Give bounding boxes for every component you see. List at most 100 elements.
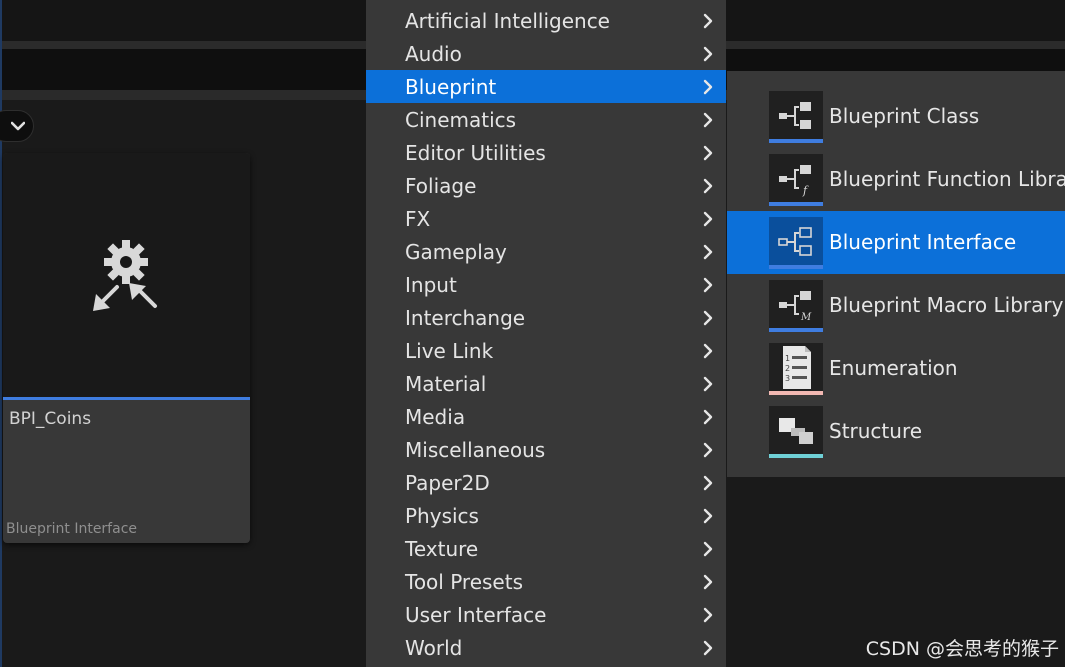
menu-item-label: Paper2D	[405, 470, 490, 495]
chevron-down-icon	[11, 121, 25, 131]
menu-item-cinematics[interactable]: Cinematics	[366, 103, 726, 136]
svg-text:M: M	[800, 312, 812, 323]
menu-item-label: Cinematics	[405, 107, 517, 132]
blueprint-interface-icon	[769, 217, 823, 265]
blueprint-function-library-icon: f	[769, 154, 823, 202]
submenu-item-blueprint-class[interactable]: Blueprint Class	[727, 85, 1065, 148]
chevron-right-icon	[703, 310, 713, 326]
menu-item-foliage[interactable]: Foliage	[366, 169, 726, 202]
chevron-right-icon	[703, 145, 713, 161]
menu-item-label: Tool Presets	[405, 569, 523, 594]
menu-item-miscellaneous[interactable]: Miscellaneous	[366, 433, 726, 466]
svg-text:3: 3	[785, 374, 790, 383]
menu-item-live-link[interactable]: Live Link	[366, 334, 726, 367]
menu-item-label: Gameplay	[405, 239, 507, 264]
menu-item-texture[interactable]: Texture	[366, 532, 726, 565]
chevron-right-icon	[703, 607, 713, 623]
asset-color-bar	[769, 391, 823, 395]
asset-color-bar	[769, 202, 823, 206]
asset-color-bar	[769, 265, 823, 269]
chevron-right-icon	[703, 46, 713, 62]
chevron-right-icon	[703, 508, 713, 524]
menu-item-material[interactable]: Material	[366, 367, 726, 400]
panel-edge	[0, 0, 2, 667]
menu-item-label: Editor Utilities	[405, 140, 546, 165]
submenu-item-label: Structure	[829, 419, 923, 443]
chevron-right-icon	[703, 13, 713, 29]
menu-item-label: User Interface	[405, 602, 547, 627]
asset-name: BPI_Coins	[9, 409, 92, 429]
submenu-item-label: Blueprint Interface	[829, 230, 1017, 254]
chevron-right-icon	[703, 475, 713, 491]
menu-item-gameplay[interactable]: Gameplay	[366, 235, 726, 268]
menu-item-label: Texture	[405, 536, 479, 561]
menu-item-label: World	[405, 635, 463, 660]
chevron-right-icon	[703, 343, 713, 359]
menu-item-label: Foliage	[405, 173, 477, 198]
collapse-button[interactable]	[0, 110, 34, 142]
blueprint-class-icon	[769, 91, 823, 139]
chevron-right-icon	[703, 376, 713, 392]
submenu-item-enumeration[interactable]: 1 2 3 Enumeration	[727, 337, 1065, 400]
structure-icon	[769, 406, 823, 454]
menu-item-label: Material	[405, 371, 487, 396]
asset-tile[interactable]: BPI_Coins Blueprint Interface	[3, 153, 250, 543]
menu-item-label: Audio	[405, 41, 462, 66]
menu-item-input[interactable]: Input	[366, 268, 726, 301]
submenu-item-label: Blueprint Class	[829, 104, 980, 128]
menu-item-editor-utilities[interactable]: Editor Utilities	[366, 136, 726, 169]
chevron-right-icon	[703, 574, 713, 590]
context-menu: Artificial Intelligence Audio Blueprint Cin…	[366, 0, 726, 667]
menu-item-fx[interactable]: FX	[366, 202, 726, 235]
menu-item-label: Input	[405, 272, 457, 297]
submenu-item-label: Blueprint Macro Library	[829, 293, 1064, 317]
menu-item-paper2d[interactable]: Paper2D	[366, 466, 726, 499]
chevron-right-icon	[703, 409, 713, 425]
enumeration-icon: 123	[769, 343, 823, 391]
submenu-item-structure[interactable]: Structure	[727, 400, 1065, 463]
menu-item-label: Interchange	[405, 305, 526, 330]
asset-color-bar	[769, 454, 823, 458]
asset-thumbnail	[3, 153, 250, 397]
menu-item-tool-presets[interactable]: Tool Presets	[366, 565, 726, 598]
chevron-right-icon	[703, 178, 713, 194]
submenu-item-blueprint-macro-library[interactable]: M Blueprint Macro Library	[727, 274, 1065, 337]
chevron-right-icon	[703, 79, 713, 95]
asset-type-label: Blueprint Interface	[6, 521, 138, 537]
svg-text:f: f	[802, 184, 809, 197]
asset-color-bar	[769, 139, 823, 143]
chevron-right-icon	[703, 211, 713, 227]
menu-item-world[interactable]: World	[366, 631, 726, 664]
menu-item-blueprint[interactable]: Blueprint	[366, 70, 726, 103]
menu-item-label: Miscellaneous	[405, 437, 546, 462]
menu-item-label: Blueprint	[405, 74, 497, 99]
blueprint-interface-gear-arrows-icon	[93, 240, 157, 311]
menu-item-user-interface[interactable]: User Interface	[366, 598, 726, 631]
menu-item-audio[interactable]: Audio	[366, 37, 726, 70]
svg-text:2: 2	[785, 364, 790, 373]
submenu-item-label: Enumeration	[829, 356, 958, 380]
chevron-right-icon	[703, 541, 713, 557]
asset-type-color-bar	[3, 397, 250, 400]
watermark: CSDN @会思考的猴子	[865, 638, 1059, 660]
chevron-right-icon	[703, 442, 713, 458]
menu-item-artificial-intelligence[interactable]: Artificial Intelligence	[366, 4, 726, 37]
asset-color-bar	[769, 328, 823, 332]
menu-item-media[interactable]: Media	[366, 400, 726, 433]
menu-item-label: Artificial Intelligence	[405, 8, 610, 33]
menu-item-label: Physics	[405, 503, 479, 528]
menu-item-interchange[interactable]: Interchange	[366, 301, 726, 334]
menu-item-label: Media	[405, 404, 466, 429]
chevron-right-icon	[703, 244, 713, 260]
chevron-right-icon	[703, 277, 713, 293]
submenu-item-label: Blueprint Function Library	[829, 167, 1065, 191]
chevron-right-icon	[703, 112, 713, 128]
svg-text:1: 1	[785, 354, 790, 363]
blueprint-submenu: Blueprint Class f Blueprint Function Libra…	[727, 71, 1065, 477]
menu-item-label: FX	[405, 206, 431, 231]
menu-item-label: Live Link	[405, 338, 494, 363]
submenu-item-blueprint-function-library[interactable]: f Blueprint Function Library	[727, 148, 1065, 211]
menu-item-physics[interactable]: Physics	[366, 499, 726, 532]
submenu-item-blueprint-interface[interactable]: Blueprint Interface	[727, 211, 1065, 274]
chevron-right-icon	[703, 640, 713, 656]
